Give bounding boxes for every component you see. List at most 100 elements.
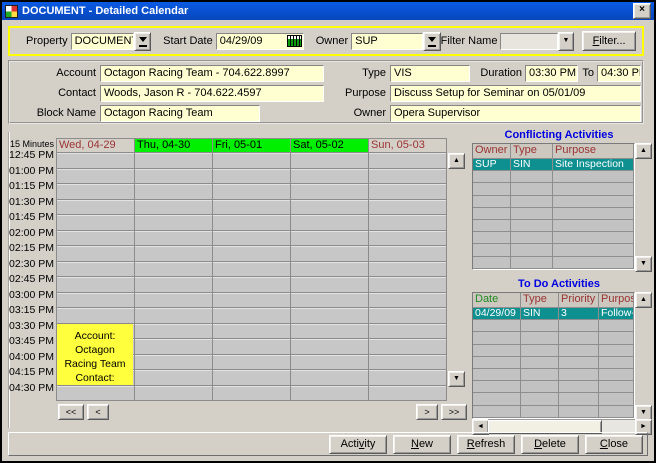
calendar-cell[interactable] [213, 277, 291, 293]
calendar-cell[interactable] [213, 324, 291, 340]
calendar-cell[interactable] [369, 231, 447, 247]
calendar-cell[interactable] [57, 215, 135, 231]
close-icon[interactable]: × [633, 3, 651, 19]
to-field[interactable]: 04:30 PM [597, 65, 641, 82]
calendar-cell[interactable] [135, 169, 213, 185]
table-row[interactable] [473, 320, 634, 332]
calendar-cell[interactable] [291, 184, 369, 200]
close-button[interactable]: Close [585, 435, 643, 454]
todo-hscrollbar[interactable]: ◄ ► [472, 419, 650, 433]
calendar-cell[interactable] [57, 169, 135, 185]
calendar-cell[interactable] [135, 262, 213, 278]
calendar-cell[interactable] [135, 277, 213, 293]
calendar-cell[interactable] [291, 169, 369, 185]
calendar-cell[interactable] [213, 386, 291, 402]
chevron-down-icon[interactable]: ▼ [558, 32, 574, 51]
calendar-cell[interactable] [213, 231, 291, 247]
property-field[interactable]: DOCUMENT [71, 33, 134, 50]
activity-button[interactable]: Activity [329, 435, 387, 454]
table-row[interactable] [473, 257, 634, 269]
calendar-cell[interactable] [57, 246, 135, 262]
calendar-cell[interactable] [291, 308, 369, 324]
table-row[interactable]: SUPSINSite Inspection [473, 159, 634, 171]
table-row[interactable]: 04/29/09SIN3Follow-up [473, 308, 634, 320]
calendar-cell[interactable] [369, 246, 447, 262]
calendar-cell[interactable] [213, 215, 291, 231]
calendar-icon[interactable] [287, 35, 302, 47]
calendar-cell[interactable] [57, 231, 135, 247]
calendar-cell[interactable] [135, 215, 213, 231]
calendar-cell[interactable] [135, 184, 213, 200]
calendar-cell[interactable] [213, 370, 291, 386]
block-name-field[interactable]: Octagon Racing Team [100, 105, 260, 122]
table-row[interactable] [473, 232, 634, 244]
last-page-button[interactable]: >> [441, 404, 467, 420]
filter-button[interactable]: Filter... [582, 31, 636, 51]
calendar-cell[interactable] [135, 355, 213, 371]
calendar-cell[interactable] [291, 231, 369, 247]
calendar-cell[interactable] [213, 246, 291, 262]
grid-scroll-down-icon[interactable]: ▼ [448, 371, 465, 387]
owner-field[interactable]: SUP [351, 33, 423, 50]
calendar-cell[interactable] [57, 277, 135, 293]
appointment-note[interactable]: Account: Octagon Racing Team Contact: Wo… [57, 324, 133, 385]
calendar-cell[interactable] [135, 231, 213, 247]
calendar-cell[interactable] [369, 277, 447, 293]
new-button[interactable]: New [393, 435, 451, 454]
table-row[interactable] [473, 244, 634, 256]
calendar-cell[interactable] [213, 184, 291, 200]
table-row[interactable] [473, 332, 634, 344]
calendar-cell[interactable] [135, 246, 213, 262]
calendar-cell[interactable] [291, 370, 369, 386]
calendar-cell[interactable] [213, 293, 291, 309]
table-row[interactable] [473, 208, 634, 220]
calendar-cell[interactable] [369, 262, 447, 278]
block-owner-field[interactable]: Opera Supervisor [390, 105, 641, 122]
delete-button[interactable]: Delete [521, 435, 579, 454]
calendar-cell[interactable] [213, 169, 291, 185]
owner-lov-icon[interactable] [423, 32, 440, 51]
calendar-cell[interactable] [369, 386, 447, 402]
table-row[interactable] [473, 406, 634, 418]
todo-scroll-up-icon[interactable]: ▲ [635, 292, 652, 308]
calendar-cell[interactable] [369, 324, 447, 340]
purpose-field[interactable]: Discuss Setup for Seminar on 05/01/09 [390, 85, 641, 102]
table-row[interactable] [473, 357, 634, 369]
calendar-cell[interactable] [291, 339, 369, 355]
table-row[interactable] [473, 183, 634, 195]
calendar-cell[interactable] [57, 153, 135, 169]
calendar-cell[interactable] [291, 153, 369, 169]
grid-scroll-up-icon[interactable]: ▲ [448, 153, 465, 169]
calendar-cell[interactable] [135, 324, 213, 340]
next-page-button[interactable]: > [416, 404, 438, 420]
calendar-cell[interactable] [57, 184, 135, 200]
table-row[interactable] [473, 171, 634, 183]
calendar-cell[interactable] [369, 339, 447, 355]
calendar-cell[interactable] [135, 153, 213, 169]
calendar-cell[interactable] [57, 386, 135, 402]
calendar-cell[interactable] [369, 184, 447, 200]
table-row[interactable] [473, 381, 634, 393]
type-field[interactable]: VIS [390, 65, 470, 82]
conflict-scroll-down-icon[interactable]: ▼ [635, 256, 652, 272]
conflict-scroll-up-icon[interactable]: ▲ [635, 143, 652, 159]
calendar-cell[interactable] [369, 169, 447, 185]
calendar-cell[interactable] [291, 200, 369, 216]
calendar-cell[interactable] [213, 153, 291, 169]
calendar-cell[interactable] [291, 355, 369, 371]
calendar-cell[interactable] [57, 200, 135, 216]
calendar-cell[interactable] [369, 215, 447, 231]
calendar-cell[interactable] [135, 293, 213, 309]
calendar-cell[interactable] [291, 277, 369, 293]
table-row[interactable] [473, 196, 634, 208]
calendar-cell[interactable] [213, 262, 291, 278]
calendar-cell[interactable] [57, 293, 135, 309]
calendar-cell[interactable] [213, 339, 291, 355]
calendar-cell[interactable] [369, 293, 447, 309]
calendar-cell[interactable] [291, 262, 369, 278]
calendar-cell[interactable] [291, 293, 369, 309]
calendar-cell[interactable] [57, 308, 135, 324]
calendar-cell[interactable] [291, 386, 369, 402]
table-row[interactable] [473, 220, 634, 232]
calendar-cell[interactable] [135, 339, 213, 355]
